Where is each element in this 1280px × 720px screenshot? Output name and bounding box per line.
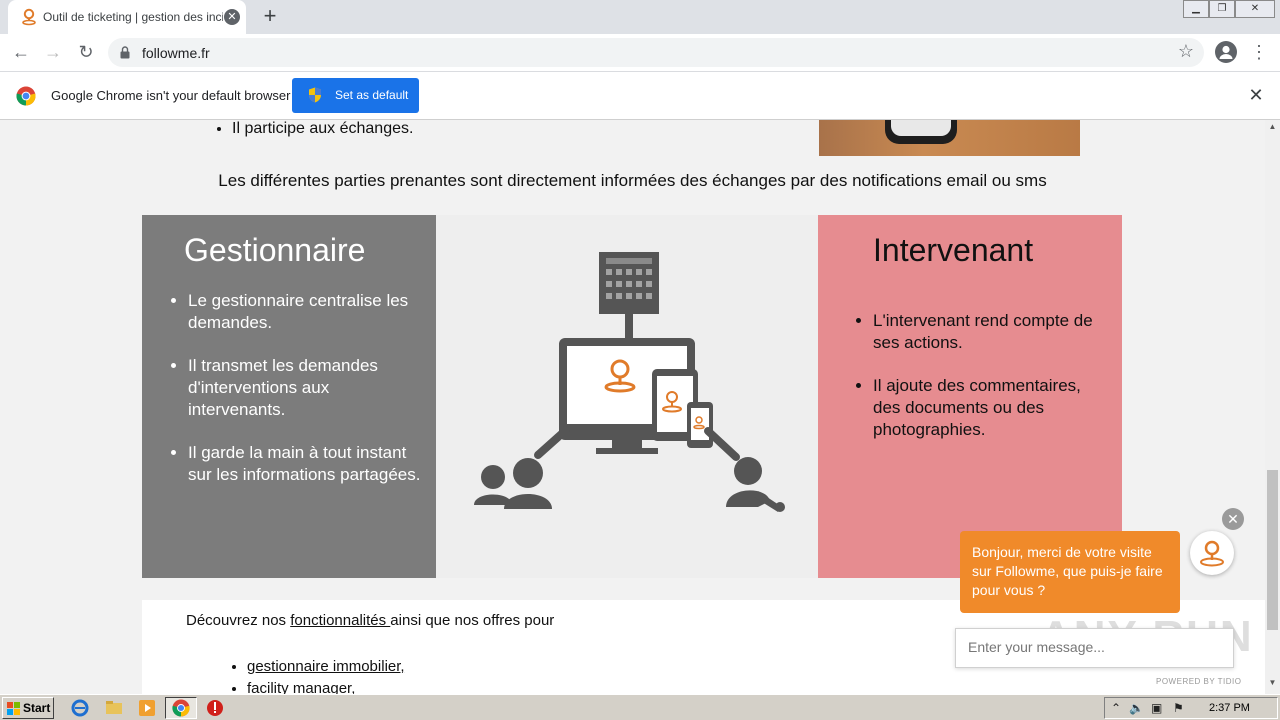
internet-explorer-icon[interactable] — [70, 698, 90, 718]
chat-close-icon[interactable]: ✕ — [1222, 508, 1244, 530]
infobar-message: Google Chrome isn't your default browser — [51, 88, 291, 103]
offer-link-gestionnaire[interactable]: gestionnaire immobilier, — [247, 656, 405, 678]
shield-icon — [309, 87, 321, 103]
reload-icon[interactable]: ↻ — [74, 40, 98, 64]
start-button[interactable]: Start — [2, 697, 54, 719]
person-icon — [1219, 45, 1233, 59]
list-item: Il transmet les demandes d'interventions… — [188, 355, 428, 421]
chrome-taskbar-button[interactable] — [165, 697, 197, 719]
restore-button[interactable]: ❐ — [1209, 0, 1235, 18]
system-tray: ⌃ 🔈 ▣ ⚑ 2:37 PM — [1104, 697, 1278, 719]
people-icon — [474, 458, 552, 509]
infobar-close-icon[interactable]: ✕ — [1247, 85, 1265, 105]
phone-photo — [819, 120, 1080, 156]
windows-taskbar: Start ⌃ 🔈 ▣ ⚑ 2:37 PM — [0, 694, 1280, 720]
chat-greeting-bubble[interactable]: Bonjour, merci de votre visite sur Follo… — [960, 531, 1180, 613]
lock-icon — [120, 46, 130, 59]
top-bullet-list: Il participe aux échanges. — [202, 120, 413, 138]
scroll-down-icon[interactable]: ▼ — [1265, 678, 1280, 690]
powered-by-label: POWERED BY TIDIO — [1156, 677, 1242, 686]
browser-tab[interactable]: Outil de ticketing | gestion des incide … — [8, 0, 246, 34]
intervenant-title: Intervenant — [873, 232, 1034, 268]
windows-logo-icon — [7, 702, 20, 715]
url-text: followme.fr — [142, 45, 210, 61]
set-as-default-label: Set as default — [335, 88, 409, 102]
volume-icon[interactable]: 🔈 — [1129, 701, 1144, 715]
browser-toolbar: ← → ↻ followme.fr ☆ ⋮ — [0, 34, 1280, 71]
new-tab-button[interactable]: + — [258, 5, 282, 29]
list-item: Il garde la main à tout instant sur les … — [188, 442, 428, 486]
chrome-logo-icon — [16, 86, 36, 106]
clock: 2:37 PM — [1209, 702, 1250, 714]
list-item: L'intervenant rend compte de ses actions… — [873, 310, 1108, 354]
scroll-thumb[interactable] — [1267, 470, 1278, 630]
page-scrollbar[interactable]: ▲ ▼ — [1265, 120, 1280, 694]
list-item: Le gestionnaire centralise les demandes. — [188, 290, 428, 334]
folder-icon[interactable] — [104, 698, 124, 718]
back-arrow-icon[interactable]: ← — [9, 40, 33, 64]
illustration-panel — [436, 215, 818, 578]
technician-icon — [726, 457, 785, 512]
notification-sentence: Les différentes parties prenantes sont d… — [218, 171, 1047, 190]
tab-title: Outil de ticketing | gestion des incide — [43, 10, 223, 24]
list-item: Il participe aux échanges. — [232, 120, 413, 138]
chat-message-input[interactable]: Enter your message... — [955, 628, 1234, 668]
workflow-illustration — [474, 252, 785, 512]
tab-strip: Outil de ticketing | gestion des incide … — [0, 0, 1280, 34]
tray-expand-icon[interactable]: ⌃ — [1111, 701, 1121, 715]
discover-sentence: Découvrez nos fonctionnalités ainsi que … — [186, 612, 554, 629]
followme-logo-icon — [1200, 540, 1224, 567]
phone-image — [885, 120, 957, 144]
list-item: Il ajoute des commentaires, des document… — [873, 375, 1108, 441]
flag-icon[interactable]: ⚑ — [1173, 701, 1184, 715]
chrome-icon — [172, 699, 190, 717]
discover-suffix: ainsi que nos offres pour — [390, 612, 555, 629]
chrome-menu-icon[interactable]: ⋮ — [1250, 40, 1268, 64]
forward-arrow-icon[interactable]: → — [41, 40, 65, 64]
offer-link-facility[interactable]: facility manager, — [247, 678, 405, 694]
media-player-icon[interactable] — [137, 698, 157, 718]
gestionnaire-title: Gestionnaire — [184, 232, 366, 268]
start-label: Start — [23, 701, 51, 715]
set-as-default-button[interactable]: Set as default — [292, 78, 419, 113]
stop-sign-icon[interactable] — [205, 698, 225, 718]
discover-prefix: Découvrez nos — [186, 612, 291, 629]
address-bar[interactable]: followme.fr ☆ — [108, 38, 1204, 67]
followme-favicon-icon — [22, 8, 36, 26]
chat-avatar[interactable] — [1190, 531, 1234, 575]
minimize-button[interactable]: ▁ — [1183, 0, 1209, 18]
features-link[interactable]: fonctionnalités — [290, 612, 390, 629]
network-icon[interactable]: ▣ — [1151, 701, 1162, 715]
close-window-button[interactable]: ✕ — [1235, 0, 1275, 18]
default-browser-infobar: Google Chrome isn't your default browser… — [0, 71, 1280, 120]
offers-list: gestionnaire immobilier, facility manage… — [247, 656, 405, 694]
profile-avatar-icon[interactable] — [1215, 41, 1237, 63]
scroll-up-icon[interactable]: ▲ — [1265, 122, 1280, 134]
gestionnaire-panel: Gestionnaire Le gestionnaire centralise … — [142, 215, 436, 578]
tab-close-icon[interactable]: ✕ — [224, 9, 240, 25]
intervenant-panel: Intervenant L'intervenant rend compte de… — [818, 215, 1122, 578]
bookmark-star-icon[interactable]: ☆ — [1178, 41, 1194, 62]
